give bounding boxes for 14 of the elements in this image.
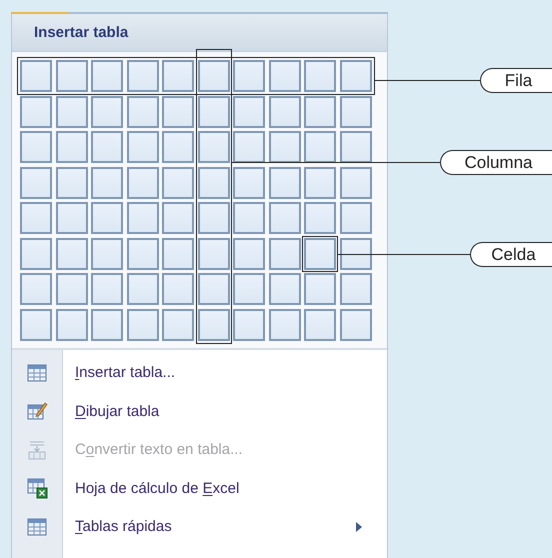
menu-item[interactable]: Dibujar tabla [12,392,387,430]
callout-label: Fila [480,68,552,93]
callout-label: Celda [470,242,552,267]
table-icon [26,516,48,538]
menu-item[interactable]: Insertar tabla... [12,354,387,392]
table-icon [26,362,48,384]
table-pencil-icon [26,400,48,422]
menu-item[interactable]: Hoja de cálculo de Excel [12,469,387,508]
insert-arrow-icon [26,438,48,461]
spreadsheet-icon [26,477,48,500]
menu-item[interactable]: Tablas rápidas [12,508,387,546]
callout-label: Columna [440,150,552,175]
highlight-frame [302,236,338,272]
menu-title: Insertar tabla [34,24,128,41]
